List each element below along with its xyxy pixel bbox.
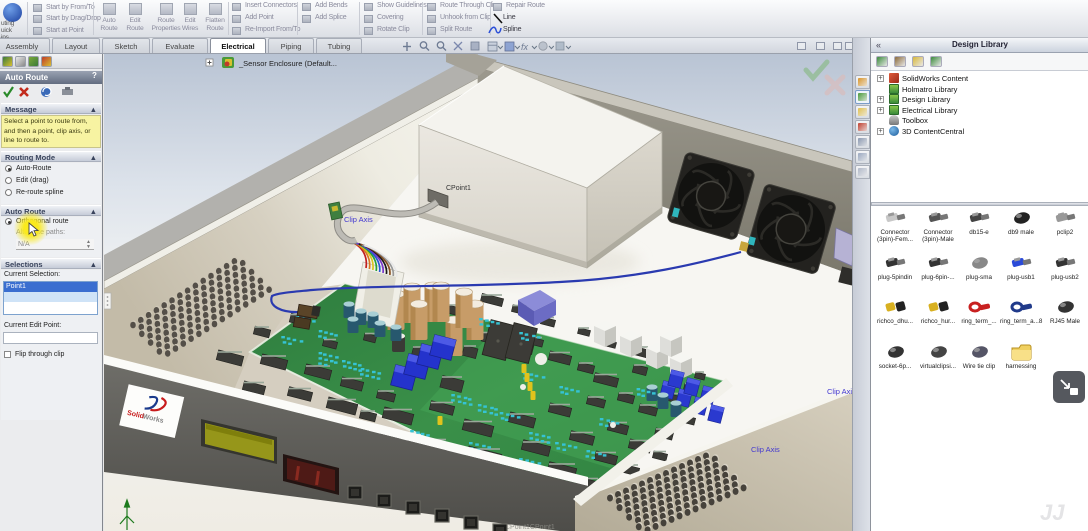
svg-text:CPoint1CPoint1: CPoint1CPoint1 [505, 524, 555, 531]
svg-text:Clip Axis: Clip Axis [751, 445, 780, 454]
svg-text:Clip Axis: Clip Axis [827, 387, 852, 396]
svg-text:Clip Axis: Clip Axis [344, 215, 373, 224]
svg-text:CPoint1: CPoint1 [446, 185, 471, 192]
svg-text:_Sensor Enclosure (Default...: _Sensor Enclosure (Default... [238, 59, 337, 68]
svg-text:fx: fx [521, 42, 529, 52]
